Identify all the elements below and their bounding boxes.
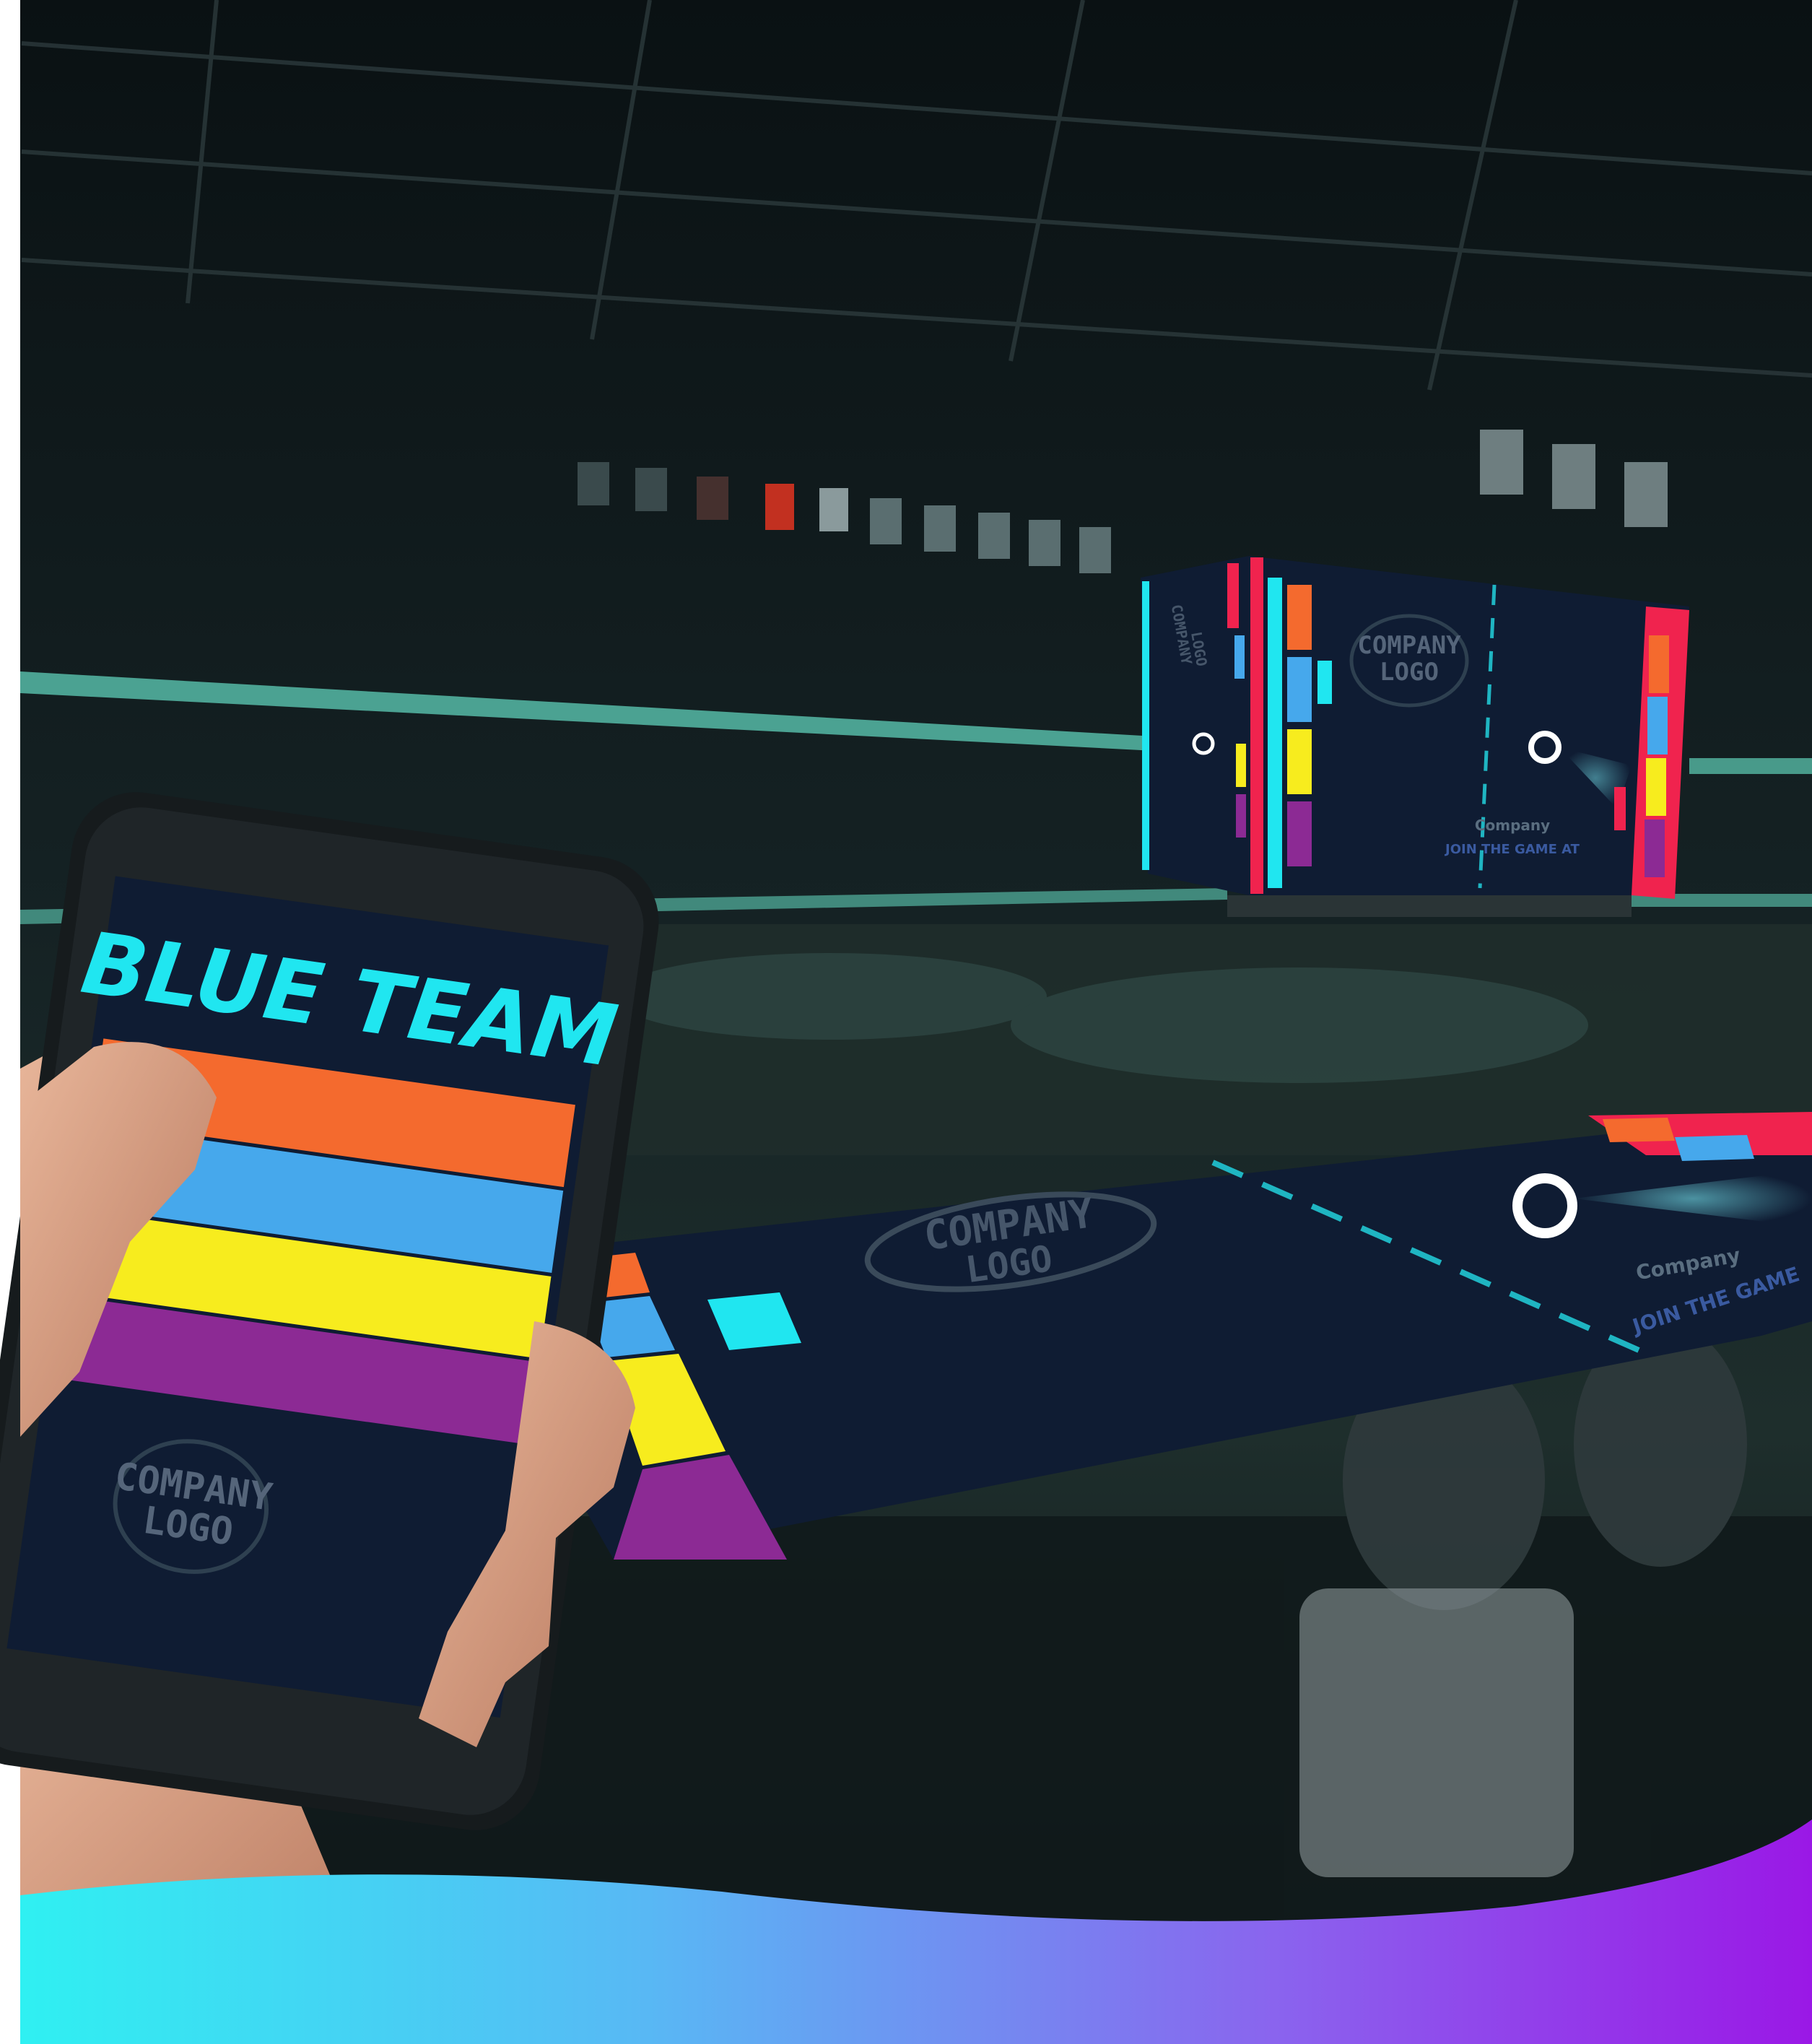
jumbotron-brand: Company — [1475, 817, 1550, 834]
jumbotron-logo-line1: COMPANY — [1357, 631, 1461, 660]
jumbotron: COMPANY LOGO COMPANY LOGO Company JOIN T… — [1141, 556, 1689, 917]
jumbotron-logo-line2: LOGO — [1380, 658, 1439, 687]
arena-scene: COMPANY LOGO Company JOIN THE GAME COMPA… — [0, 0, 1812, 2044]
jumbotron-tagline: JOIN THE GAME AT — [1444, 842, 1580, 857]
